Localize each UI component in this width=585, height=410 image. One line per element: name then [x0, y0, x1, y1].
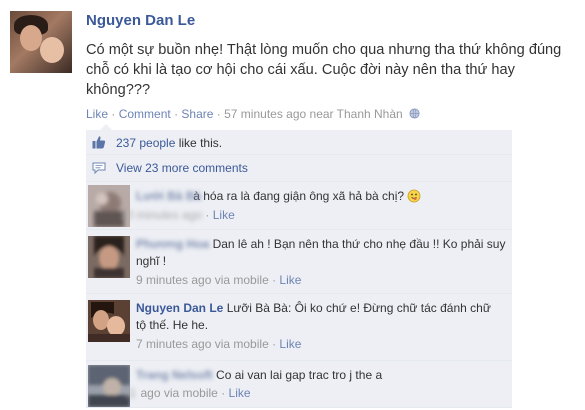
separator: · — [216, 107, 221, 121]
avatar-face — [20, 25, 42, 51]
globe-icon[interactable] — [409, 108, 420, 119]
likes-summary: 237 people like this. — [86, 130, 512, 155]
post-actions: Like · Comment · Share · 57 minutes ago … — [86, 107, 420, 121]
tongue-emoji-icon — [407, 189, 421, 203]
comment-like-link[interactable]: Like — [279, 273, 301, 287]
view-more-comments[interactable]: View 23 more comments — [86, 155, 512, 182]
commenter-name[interactable]: Phương Hoa — [136, 236, 209, 253]
comment-item: Nguyen Dan Le Lưỡi Bà Bà: Ôi ko chứ e! Đ… — [86, 294, 512, 361]
comment-time-hidden: 11 — [124, 386, 137, 400]
comment-body: Nguyen Dan Le Lưỡi Bà Bà: Ôi ko chứ e! Đ… — [136, 300, 504, 334]
comment-bubble-icon — [92, 162, 106, 174]
share-link[interactable]: Share — [181, 107, 213, 121]
comment-time: 9 minutes ago via mobile — [136, 273, 269, 287]
comment-meta: 10 minutes ago · Like — [120, 208, 235, 222]
commenter-avatar[interactable] — [88, 236, 130, 278]
commenter-name[interactable]: Trang Nelsoft — [136, 367, 213, 384]
comment-like-link[interactable]: Like — [229, 386, 251, 400]
separator: · — [174, 107, 179, 121]
view-more-link[interactable]: View 23 more comments — [116, 161, 248, 175]
post-timestamp[interactable]: 57 minutes ago near Thanh Nhàn — [224, 107, 403, 121]
avatar-child-face — [40, 37, 64, 63]
comment-body: Phương Hoa Dan lê ah ! Bạn nên tha thứ c… — [136, 236, 508, 270]
comment-body: Trang Nelsoft Co ai van lai gap trac tro… — [136, 367, 506, 384]
comment-text: à hóa ra là đang giận ông xã hả bà chị? — [193, 189, 405, 203]
comment-item: Phương Hoa Dan lê ah ! Bạn nên tha thứ c… — [86, 230, 512, 294]
commenter-name[interactable]: Nguyen Dan Le — [136, 301, 223, 315]
commenter-name[interactable]: Lưới Bà Bà — [136, 188, 201, 205]
post-text: Có một sự buồn nhẹ! Thật lòng muốn cho q… — [86, 42, 562, 98]
comment-meta: 7 minutes ago via mobile · Like — [136, 337, 302, 351]
thumbs-up-icon — [92, 136, 106, 149]
post-author-name[interactable]: Nguyen Dan Le — [86, 12, 195, 29]
comment-item: Trang Nelsoft Co ai van lai gap trac tro… — [86, 361, 512, 408]
commenter-avatar[interactable] — [88, 300, 130, 342]
separator: · — [111, 107, 116, 121]
like-link[interactable]: Like — [86, 107, 108, 121]
comment-meta: 9 minutes ago via mobile · Like — [136, 273, 302, 287]
comment-link[interactable]: Comment — [119, 107, 171, 121]
likes-text: 237 people like this. — [116, 136, 222, 150]
likes-count-link[interactable]: 237 people — [116, 136, 175, 150]
comment-item: Lưới Bà Bàà hóa ra là đang giận ông xã h… — [86, 182, 512, 230]
comment-time: 10 minutes ago — [120, 208, 203, 222]
comment-text: Co ai van lai gap trac tro j the a — [216, 368, 383, 382]
comment-like-link[interactable]: Like — [279, 337, 301, 351]
comment-time: 7 minutes ago via mobile — [136, 337, 269, 351]
feedback-section: 237 people like this. View 23 more comme… — [86, 124, 512, 408]
likes-suffix: like this. — [175, 136, 223, 150]
comment-time: ago via mobile — [140, 386, 218, 400]
comment-like-link[interactable]: Like — [213, 208, 235, 222]
comment-meta: 11 ago via mobile · Like — [124, 386, 251, 400]
comment-body: Lưới Bà Bàà hóa ra là đang giận ông xã h… — [136, 188, 506, 205]
post-author-avatar[interactable] — [10, 11, 72, 73]
